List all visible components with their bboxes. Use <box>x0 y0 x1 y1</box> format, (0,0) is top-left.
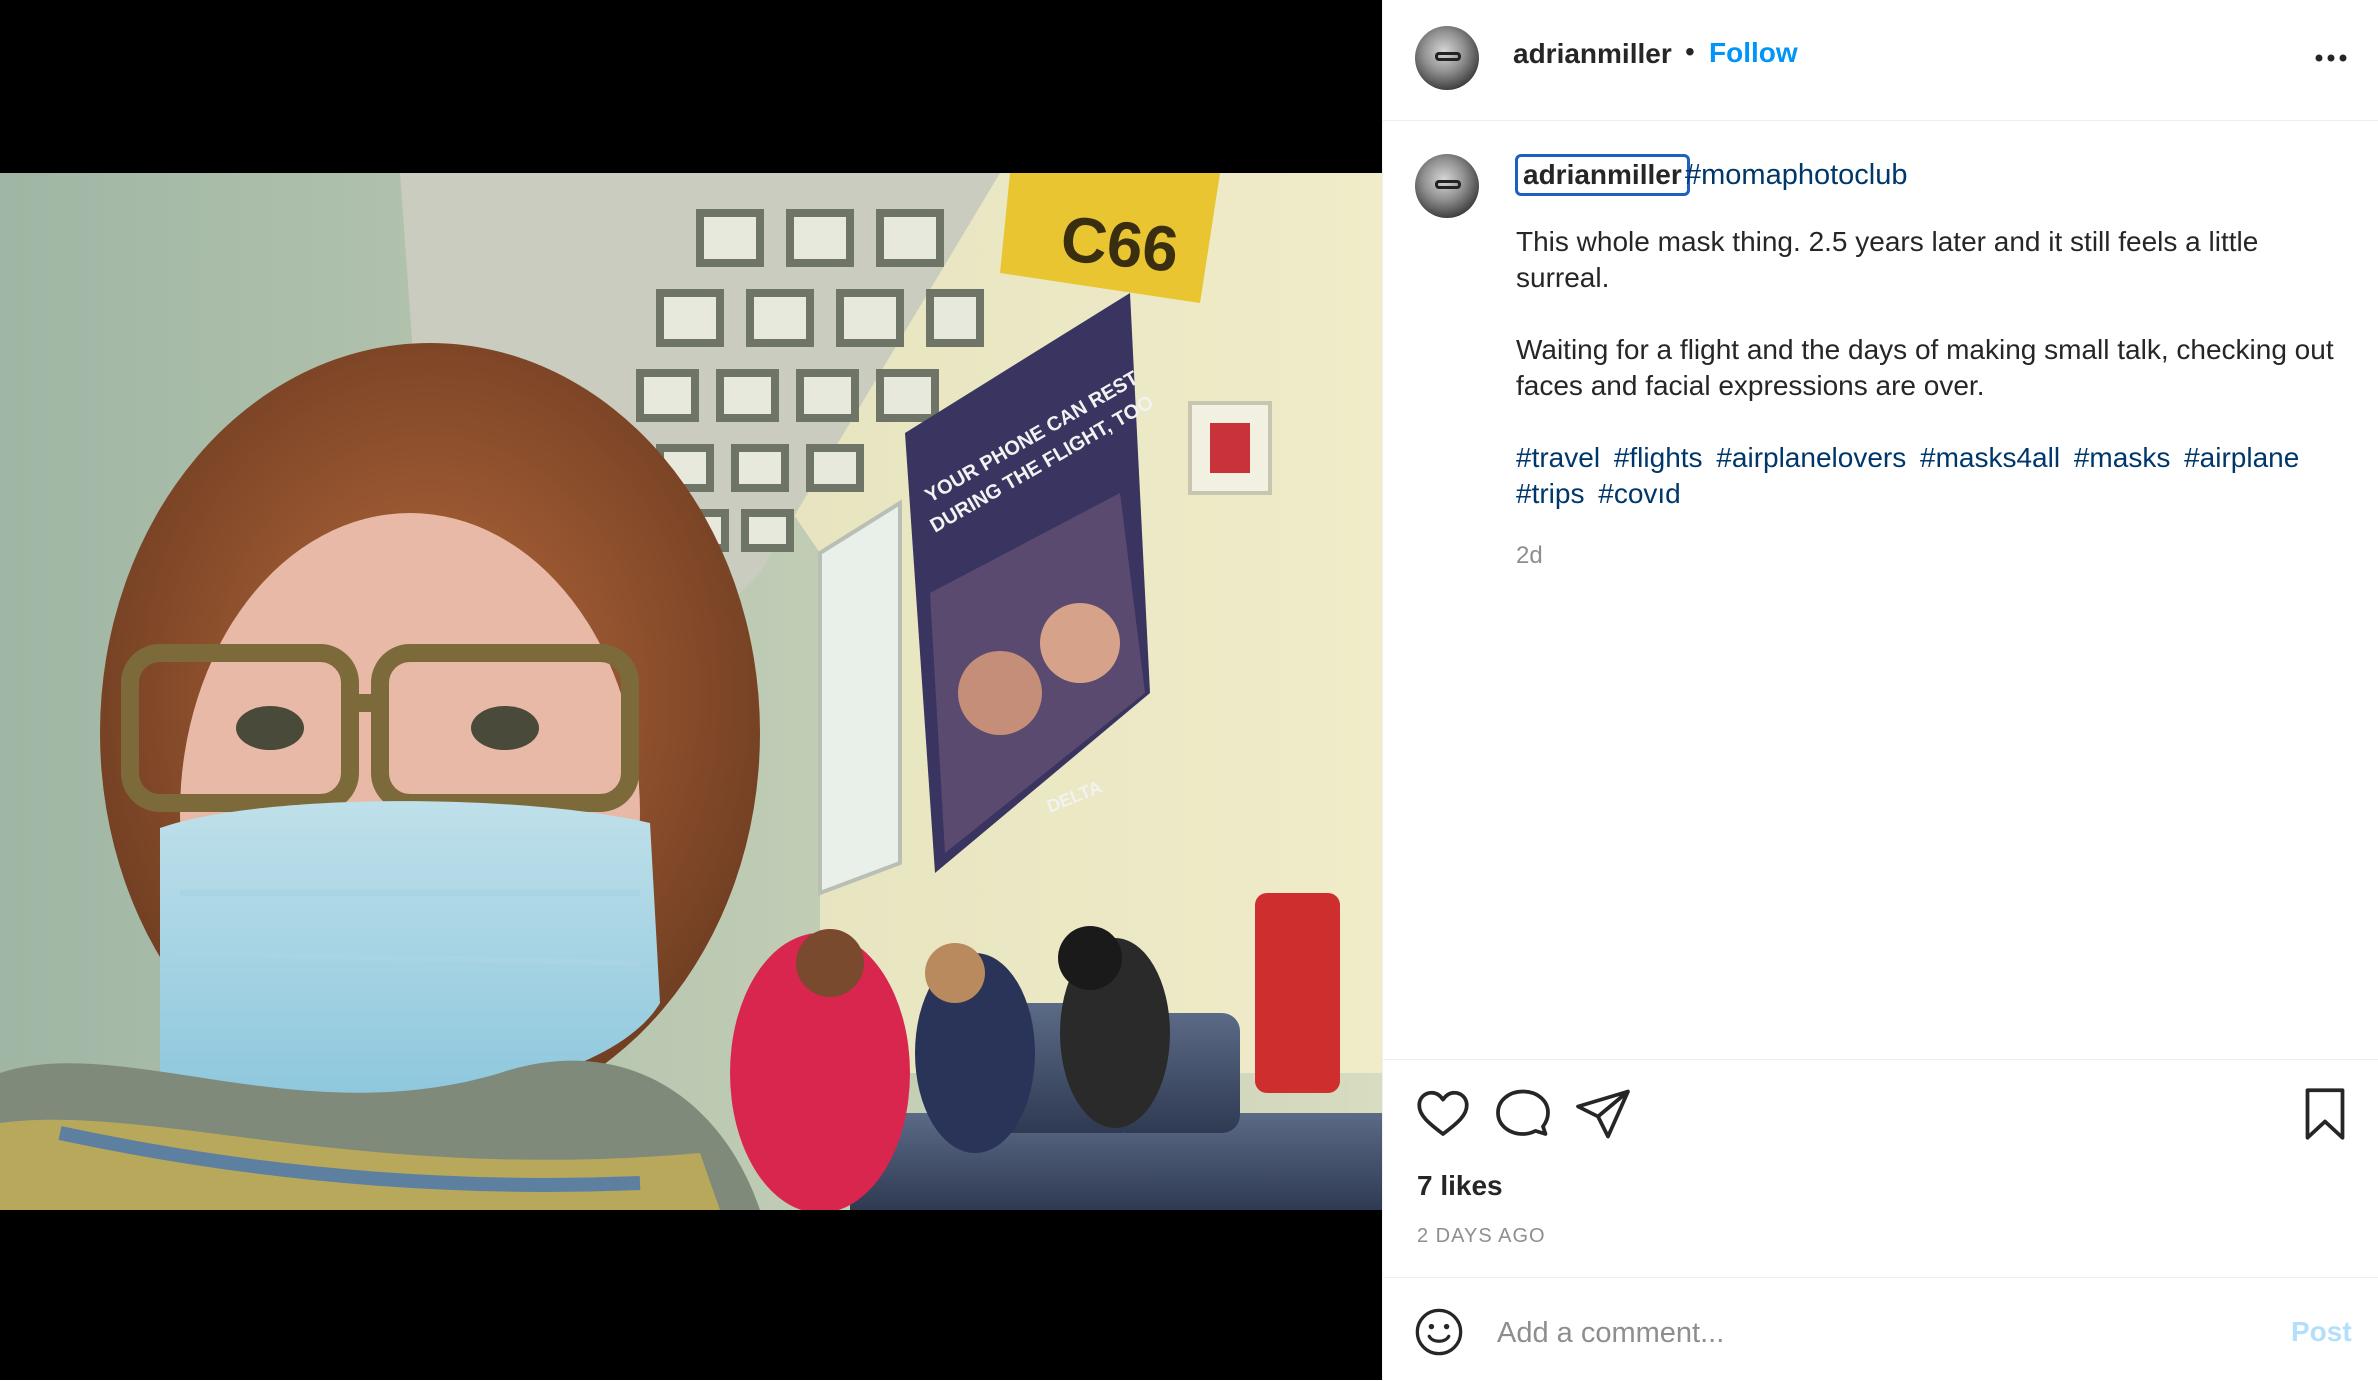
hashtag-link[interactable]: #covıd <box>1598 478 1681 509</box>
likes-count[interactable]: 7 likes <box>1417 1170 1503 1202</box>
hashtag-link[interactable]: #flights <box>1614 442 1703 473</box>
share-button[interactable] <box>1573 1084 1633 1144</box>
hashtag-link[interactable]: #travel <box>1516 442 1600 473</box>
comment-bar: Post <box>1383 1277 2378 1381</box>
post-side-panel: adrianmiller • Follow adrianmiller #moma… <box>1382 0 2378 1380</box>
header-username[interactable]: adrianmiller <box>1513 38 1672 70</box>
action-bar: 7 likes 2 DAYS AGO <box>1383 1059 2378 1278</box>
comment-button[interactable] <box>1493 1084 1553 1144</box>
caption-area: adrianmiller #momaphotoclub This whole m… <box>1383 121 2378 1059</box>
bookmark-icon <box>2305 1088 2345 1140</box>
post-header: adrianmiller • Follow <box>1383 0 2378 121</box>
save-button[interactable] <box>2295 1084 2355 1144</box>
hashtag-link[interactable]: #airplanelovers <box>1716 442 1906 473</box>
more-horizontal-icon <box>2315 54 2347 62</box>
heart-icon <box>1417 1090 1469 1136</box>
caption-first-hashtag[interactable]: #momaphotoclub <box>1685 159 1907 191</box>
post-date[interactable]: 2 DAYS AGO <box>1417 1225 1546 1248</box>
hashtag-link[interactable]: #trips <box>1516 478 1584 509</box>
avatar[interactable] <box>1415 26 1479 90</box>
post-media: C66 YOUR PHONE CAN REST DURING THE FLIGH… <box>0 0 1382 1380</box>
caption-avatar[interactable] <box>1415 154 1479 218</box>
caption-paragraph-1: This whole mask thing. 2.5 years later a… <box>1516 226 2259 293</box>
caption-username-link[interactable]: adrianmiller <box>1515 154 1690 196</box>
header-separator-dot: • <box>1685 36 1695 67</box>
photo-illustration: C66 YOUR PHONE CAN REST DURING THE FLIGH… <box>0 173 1382 1210</box>
like-button[interactable] <box>1413 1084 1473 1144</box>
post-photo[interactable]: C66 YOUR PHONE CAN REST DURING THE FLIGH… <box>0 173 1382 1210</box>
comment-icon <box>1496 1089 1550 1136</box>
emoji-button[interactable] <box>1413 1306 1465 1358</box>
gate-sign-text: C66 <box>1058 202 1182 286</box>
smiley-icon <box>1415 1308 1463 1356</box>
more-options-button[interactable] <box>2303 30 2359 86</box>
comment-input[interactable] <box>1495 1306 2219 1360</box>
hashtag-link[interactable]: #masks4all <box>1920 442 2060 473</box>
caption-hashtags: #travel #flights #airplanelovers #masks4… <box>1516 440 2336 512</box>
post-comment-button[interactable]: Post <box>2291 1316 2352 1348</box>
caption-paragraph-2: Waiting for a flight and the days of mak… <box>1516 334 2334 401</box>
hashtag-link[interactable]: #masks <box>2074 442 2170 473</box>
hashtag-link[interactable]: #airplane <box>2184 442 2299 473</box>
caption-timestamp[interactable]: 2d <box>1516 542 1543 570</box>
follow-button[interactable]: Follow <box>1709 37 1798 69</box>
send-icon <box>1576 1089 1630 1139</box>
